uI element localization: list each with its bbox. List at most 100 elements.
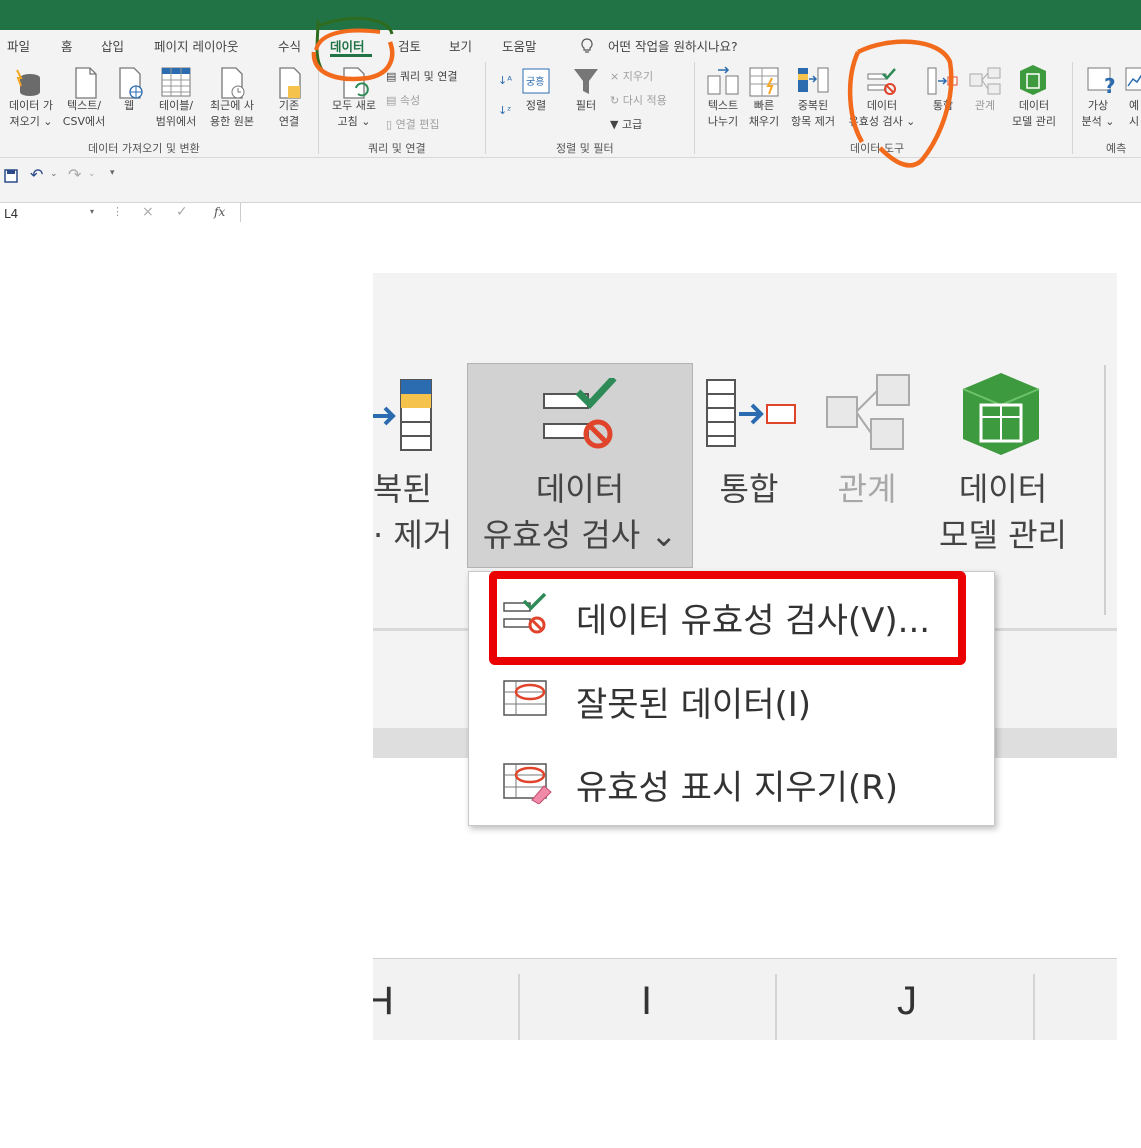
customize-qat-icon[interactable]: ▾: [110, 168, 115, 178]
queries-connections-label: 쿼리 및 연결: [399, 70, 458, 83]
existing-conn-label-1: 기존: [278, 99, 300, 112]
text-to-columns-label-2: 나누기: [707, 115, 739, 128]
existing-connections-button[interactable]: 기존 연결: [270, 98, 308, 130]
recent-sources-label-1: 최근에 사: [210, 99, 254, 112]
svg-text:?: ?: [1104, 74, 1116, 96]
forecast-sheet-icon: [1125, 67, 1141, 91]
tab-review[interactable]: 검토: [398, 36, 421, 55]
column-header-j[interactable]: J: [897, 979, 917, 1024]
column-separator[interactable]: [1033, 974, 1035, 1040]
svg-text:궁흥: 궁흥: [526, 75, 544, 88]
formula-divider-icon: ⋮: [112, 205, 123, 218]
recent-sources-button[interactable]: 최근에 사 용한 원본: [202, 98, 262, 130]
tab-formulas[interactable]: 수식: [278, 36, 301, 55]
cancel-icon[interactable]: ×: [142, 204, 154, 220]
undo-dropdown-icon[interactable]: ⌄: [50, 169, 58, 179]
what-if-analysis-button[interactable]: 가상 분석 ⌄: [1078, 98, 1118, 130]
forecast-label-2: 시: [1128, 115, 1140, 128]
from-web-button[interactable]: 웹: [118, 98, 140, 114]
tab-page-layout[interactable]: 페이지 레이아웃: [154, 36, 238, 55]
sort-asc-icon[interactable]: ↓ᴬ: [498, 74, 512, 87]
consolidate-button[interactable]: 통합: [703, 466, 795, 512]
refresh-all-label-1: 모두 새로: [332, 99, 376, 112]
data-validation-label-2: 유효성 검사 ⌄: [482, 516, 678, 554]
table-icon: [161, 67, 191, 97]
text-to-columns-button[interactable]: 텍스트 나누기: [700, 98, 746, 130]
data-validation-label: 데이터 유효성 검사 ⌄: [468, 466, 692, 558]
group-sort-filter-label: 정렬 및 필터: [556, 142, 614, 155]
tab-file[interactable]: 파일: [7, 36, 30, 55]
data-validation-button[interactable]: 데이터 유효성 검사 ⌄: [467, 363, 693, 568]
column-separator[interactable]: [775, 974, 777, 1040]
tab-insert[interactable]: 삽입: [101, 36, 124, 55]
undo-icon[interactable]: ↶: [30, 165, 43, 184]
queries-connections-button[interactable]: ▤ 쿼리 및 연결: [386, 68, 457, 84]
properties-button[interactable]: ▤ 속성: [386, 92, 420, 108]
flash-fill-label-1: 빠른: [753, 99, 775, 112]
flash-fill-button[interactable]: 빠른 채우기: [744, 98, 784, 130]
forecast-label-1: 예: [1128, 99, 1140, 112]
relationships-button[interactable]: 관계: [821, 466, 913, 512]
relationships-icon: [826, 374, 910, 450]
clear-filter-button[interactable]: ⨯ 지우기: [610, 68, 653, 84]
remove-dup-label-2: · 제거: [373, 516, 453, 554]
tell-me-search[interactable]: 어떤 작업을 원하시나요?: [608, 36, 738, 55]
data-validation-label-1: 데이터: [866, 99, 898, 112]
get-data-label-2: 져오기 ⌄: [9, 115, 53, 128]
recent-sources-label-2: 용한 원본: [210, 115, 254, 128]
remove-dup-label-2: 항목 제거: [791, 115, 835, 128]
insert-function-icon[interactable]: fx: [214, 205, 225, 219]
clear-label: 지우기: [622, 70, 654, 83]
column-header-h[interactable]: H: [373, 979, 394, 1024]
consolidate-icon: [706, 379, 796, 447]
from-table-range-button[interactable]: 테이블/ 범위에서: [150, 98, 202, 130]
manage-data-model-button[interactable]: 데이터 모델 관리: [923, 466, 1083, 558]
filter-button[interactable]: 필터: [568, 98, 604, 114]
get-data-button[interactable]: 데이터 가 져오기 ⌄: [2, 98, 60, 130]
name-box-dropdown-icon[interactable]: ▾: [90, 207, 94, 216]
sort-button[interactable]: 정렬: [520, 98, 552, 114]
column-header-i[interactable]: I: [641, 979, 652, 1024]
web-icon: [119, 67, 143, 99]
redo-icon[interactable]: ↷: [68, 165, 81, 184]
relationships-icon: [969, 67, 1001, 95]
reapply-button[interactable]: ↻ 다시 적용: [610, 92, 667, 108]
group-data-tools-label: 데이터 도구: [850, 142, 905, 155]
data-validation-button[interactable]: 데이터 유효성 검사 ⌄: [842, 98, 922, 130]
what-if-label-2: 분석 ⌄: [1081, 115, 1115, 128]
data-validation-label-2: 유효성 검사 ⌄: [848, 115, 916, 128]
consolidate-button[interactable]: 통합: [928, 98, 958, 114]
data-validation-icon: [867, 68, 896, 95]
name-box[interactable]: L4: [0, 203, 100, 222]
menu-item-clear-validation-circles[interactable]: 유효성 표시 지우기(R): [469, 742, 994, 822]
recent-sources-icon: [221, 67, 245, 99]
group-separator: [1104, 365, 1106, 615]
save-icon[interactable]: [4, 169, 18, 183]
column-separator[interactable]: [518, 974, 520, 1040]
edit-links-label: 연결 편집: [395, 118, 440, 131]
menu-item-circle-invalid-data[interactable]: 잘못된 데이터(I): [469, 659, 994, 739]
data-validation-icon: [543, 378, 617, 449]
edit-links-button[interactable]: ▯ 연결 편집: [386, 116, 440, 132]
from-text-csv-button[interactable]: 텍스트/ CSV에서: [60, 98, 108, 130]
tab-home[interactable]: 홈: [61, 36, 73, 55]
refresh-all-button[interactable]: 모두 새로 고침 ⌄: [326, 98, 382, 130]
manage-data-model-button[interactable]: 데이터 모델 관리: [1004, 98, 1064, 130]
formula-input[interactable]: [244, 205, 1141, 222]
remove-duplicates-button[interactable]: 중복된 항목 제거: [786, 98, 840, 130]
sort-desc-icon[interactable]: ↓ᶻ: [498, 104, 511, 117]
formula-separator: [240, 203, 241, 222]
sort-icon: 궁흥: [522, 68, 550, 94]
group-forecast-label: 예측: [1106, 142, 1127, 155]
advanced-filter-button[interactable]: ▼ 고급: [610, 116, 642, 132]
forecast-sheet-button[interactable]: 예 시: [1124, 98, 1141, 130]
enter-icon[interactable]: ✓: [176, 204, 188, 220]
remove-dup-label-1: 중복된: [797, 99, 829, 112]
tab-help[interactable]: 도움말: [502, 36, 537, 55]
tab-view[interactable]: 보기: [449, 36, 472, 55]
relationships-button[interactable]: 관계: [970, 98, 1000, 114]
redo-dropdown-icon[interactable]: ⌄: [88, 169, 96, 179]
title-bar: [0, 0, 1141, 30]
remove-duplicates-button[interactable]: 복된 · 제거: [373, 466, 452, 558]
tab-data[interactable]: 데이터: [330, 36, 365, 55]
